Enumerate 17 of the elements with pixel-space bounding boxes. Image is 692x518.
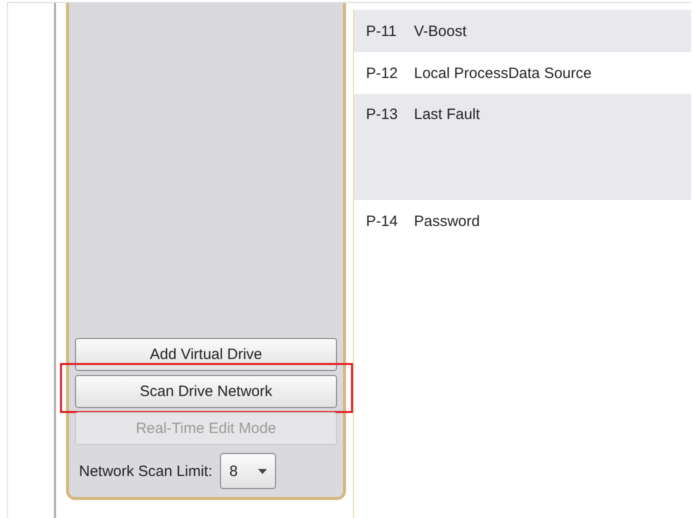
parameter-name: V-Boost [414, 22, 467, 40]
scan-limit-label: Network Scan Limit: [79, 462, 212, 480]
parameter-row[interactable]: P-12 Local ProcessData Source [354, 52, 691, 94]
parameter-code: P-14 [366, 212, 399, 230]
parameter-name: Password [414, 212, 480, 230]
parameter-code: P-12 [366, 64, 399, 82]
parameter-code: P-11 [366, 22, 398, 40]
caret-icon [258, 468, 268, 474]
scan-limit-dropdown[interactable]: 8 [220, 453, 276, 489]
parameter-row[interactable]: P-11 V-Boost [354, 10, 691, 52]
panel-button[interactable]: Add Virtual Drive [75, 338, 337, 371]
parameter-row[interactable]: P-14 Password [354, 200, 691, 242]
parameter-name: Local ProcessData Source [414, 64, 592, 82]
parameter-row[interactable]: P-13 Last Fault [354, 94, 691, 200]
parameter-name: Last Fault [414, 106, 480, 123]
parameter-code: P-13 [366, 106, 399, 123]
panel-button[interactable]: Scan Drive Network [75, 375, 337, 408]
